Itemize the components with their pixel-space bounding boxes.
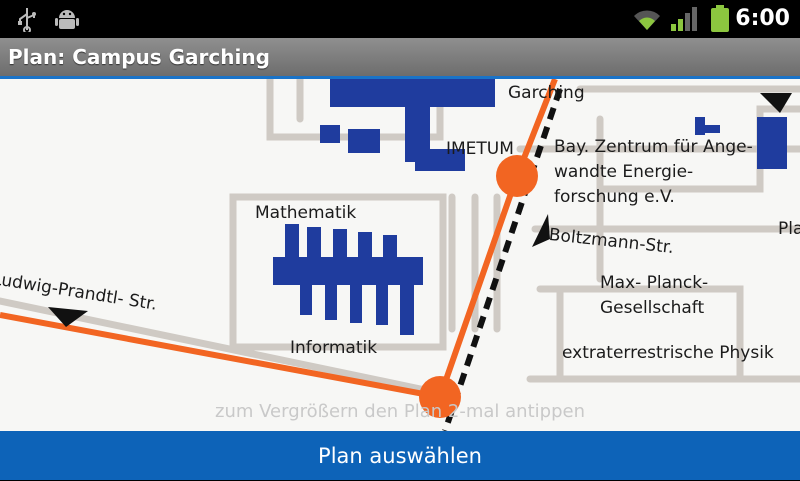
usb-icon xyxy=(14,0,40,38)
status-bar: 6:00 xyxy=(0,0,800,38)
label-imetum: IMETUM xyxy=(446,139,514,159)
signal-icon xyxy=(670,0,698,38)
label-bay-zentrum: Bay. Zentrum für Ange- wandte Energie- f… xyxy=(554,137,753,207)
select-plan-button[interactable]: Plan auswählen xyxy=(0,431,800,480)
label-pla: Pla xyxy=(778,219,800,239)
page-title: Plan: Campus Garching xyxy=(8,45,270,69)
label-max-planck: Max- Planck- Gesellschaft xyxy=(600,273,709,318)
label-garching: Garching xyxy=(508,83,585,103)
campus-map[interactable]: Garching IMETUM Bay. Zentrum für Ange- w… xyxy=(0,79,800,431)
title-bar: Plan: Campus Garching xyxy=(0,38,800,79)
label-mathematik: Mathematik xyxy=(255,203,357,223)
map-drawing xyxy=(0,79,800,431)
battery-icon xyxy=(710,0,730,38)
clock: 6:00 xyxy=(735,6,790,31)
label-extraterrestrische-physik: extraterrestrische Physik xyxy=(562,343,774,363)
zoom-hint: zum Vergrößern den Plan 2-mal antippen xyxy=(215,401,585,422)
wifi-icon xyxy=(632,0,662,38)
label-informatik: Informatik xyxy=(290,338,378,358)
android-debug-icon xyxy=(54,0,80,38)
